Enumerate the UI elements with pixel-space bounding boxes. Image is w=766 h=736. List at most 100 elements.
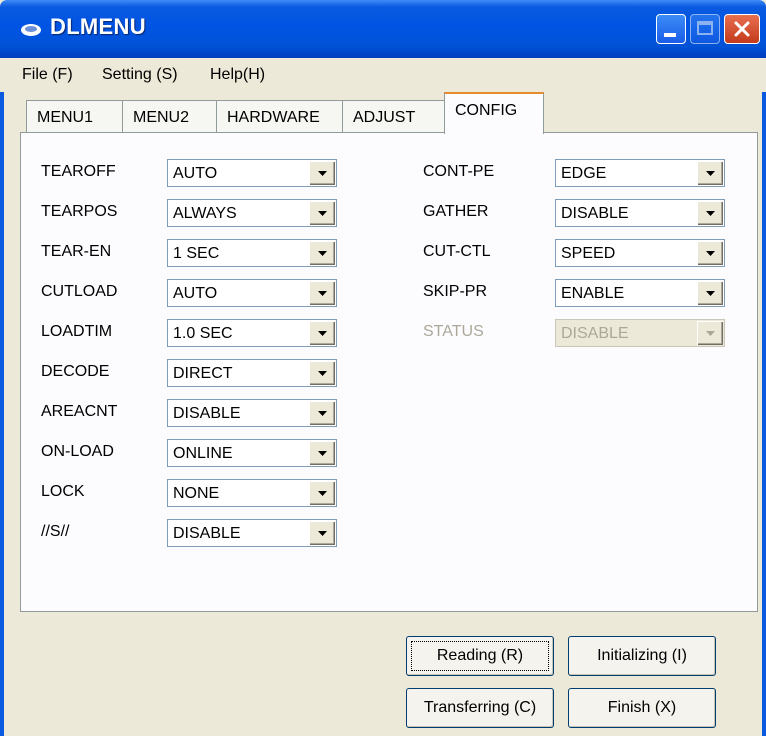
- setting-dropdown[interactable]: SPEED: [555, 239, 725, 267]
- dropdown-value: NONE: [173, 485, 220, 502]
- dropdown-arrow-button: [697, 321, 723, 345]
- dropdown-value: 1 SEC: [173, 245, 220, 262]
- dropdown-value: SPEED: [561, 245, 616, 262]
- setting-label: TEARPOS: [41, 203, 118, 220]
- setting-label: CUTLOAD: [41, 283, 118, 300]
- setting-label: AREACNT: [41, 403, 118, 420]
- setting-label: TEAR-EN: [41, 243, 112, 260]
- app-window: DLMENU File (F) Setting (S) Help(H) MENU…: [0, 0, 766, 736]
- setting-dropdown[interactable]: NONE: [167, 479, 337, 507]
- chevron-down-icon: [706, 331, 715, 336]
- tab-menu1[interactable]: MENU1: [26, 100, 124, 132]
- dropdown-arrow-button[interactable]: [309, 281, 335, 305]
- setting-dropdown[interactable]: ALWAYS: [167, 199, 337, 227]
- setting-dropdown[interactable]: DISABLE: [167, 399, 337, 427]
- dropdown-arrow-button[interactable]: [309, 441, 335, 465]
- dropdown-value: AUTO: [173, 285, 218, 302]
- minimize-button[interactable]: [656, 14, 686, 44]
- setting-dropdown[interactable]: ENABLE: [555, 279, 725, 307]
- setting-dropdown[interactable]: 1.0 SEC: [167, 319, 337, 347]
- reading-button[interactable]: Reading (R): [406, 636, 554, 676]
- setting-dropdown[interactable]: DISABLE: [167, 519, 337, 547]
- chevron-down-icon: [318, 491, 327, 496]
- dropdown-arrow-button[interactable]: [309, 321, 335, 345]
- tab-strip: MENU1 MENU2 HARDWARE ADJUST CONFIG: [0, 92, 766, 134]
- dropdown-value: ALWAYS: [173, 205, 237, 222]
- chevron-down-icon: [318, 211, 327, 216]
- dropdown-arrow-button[interactable]: [309, 521, 335, 545]
- setting-dropdown[interactable]: DISABLE: [555, 199, 725, 227]
- chevron-down-icon: [706, 171, 715, 176]
- chevron-down-icon: [318, 531, 327, 536]
- close-icon: [734, 21, 750, 37]
- setting-dropdown[interactable]: AUTO: [167, 159, 337, 187]
- setting-dropdown[interactable]: 1 SEC: [167, 239, 337, 267]
- setting-dropdown[interactable]: EDGE: [555, 159, 725, 187]
- dropdown-value: ENABLE: [561, 285, 625, 302]
- maximize-button[interactable]: [690, 14, 720, 44]
- dropdown-value: ONLINE: [173, 445, 233, 462]
- app-icon: [21, 24, 41, 36]
- setting-label: LOADTIM: [41, 323, 113, 340]
- dropdown-arrow-button[interactable]: [697, 281, 723, 305]
- dropdown-value: 1.0 SEC: [173, 325, 233, 342]
- setting-dropdown[interactable]: DIRECT: [167, 359, 337, 387]
- dropdown-value: DISABLE: [173, 405, 241, 422]
- window-border-left: [0, 58, 4, 736]
- setting-label: DECODE: [41, 363, 110, 380]
- maximize-icon: [697, 21, 713, 35]
- setting-label: STATUS: [423, 323, 484, 340]
- setting-label: ON-LOAD: [41, 443, 114, 460]
- config-panel: TEAROFF AUTO TEARPOS ALWAYS TEAR-EN 1 SEC CUTL…: [20, 132, 758, 612]
- menu-bar: File (F) Setting (S) Help(H): [0, 58, 766, 92]
- tab-menu2[interactable]: MENU2: [122, 100, 218, 132]
- transferring-button[interactable]: Transferring (C): [406, 688, 554, 728]
- close-button[interactable]: [724, 14, 760, 44]
- dropdown-value: EDGE: [561, 165, 607, 182]
- chevron-down-icon: [706, 251, 715, 256]
- menu-setting[interactable]: Setting (S): [102, 66, 178, 84]
- chevron-down-icon: [318, 171, 327, 176]
- dropdown-arrow-button[interactable]: [309, 401, 335, 425]
- dropdown-arrow-button[interactable]: [697, 241, 723, 265]
- finish-button[interactable]: Finish (X): [568, 688, 716, 728]
- dropdown-value: DISABLE: [173, 525, 241, 542]
- chevron-down-icon: [318, 371, 327, 376]
- window-border-right: [762, 58, 766, 736]
- initializing-button[interactable]: Initializing (I): [568, 636, 716, 676]
- dropdown-arrow-button[interactable]: [309, 161, 335, 185]
- setting-dropdown: DISABLE: [555, 319, 725, 347]
- dropdown-arrow-button[interactable]: [309, 481, 335, 505]
- minimize-icon: [664, 33, 676, 37]
- dropdown-arrow-button[interactable]: [697, 161, 723, 185]
- dropdown-arrow-button[interactable]: [697, 201, 723, 225]
- dropdown-value: DISABLE: [561, 325, 629, 342]
- setting-label: LOCK: [41, 483, 85, 500]
- dropdown-arrow-button[interactable]: [309, 361, 335, 385]
- chevron-down-icon: [318, 451, 327, 456]
- setting-label: SKIP-PR: [423, 283, 488, 300]
- chevron-down-icon: [318, 331, 327, 336]
- chevron-down-icon: [706, 211, 715, 216]
- tab-hardware[interactable]: HARDWARE: [216, 100, 344, 132]
- window-title: DLMENU: [50, 14, 146, 39]
- setting-label: TEAROFF: [41, 163, 116, 180]
- dropdown-arrow-button[interactable]: [309, 241, 335, 265]
- setting-label: GATHER: [423, 203, 489, 220]
- setting-label: //S//: [41, 523, 70, 540]
- chevron-down-icon: [318, 411, 327, 416]
- title-bar[interactable]: DLMENU: [0, 0, 766, 58]
- menu-file[interactable]: File (F): [22, 66, 73, 84]
- dropdown-value: AUTO: [173, 165, 218, 182]
- tab-adjust[interactable]: ADJUST: [342, 100, 446, 132]
- setting-label: CONT-PE: [423, 163, 495, 180]
- setting-dropdown[interactable]: AUTO: [167, 279, 337, 307]
- setting-dropdown[interactable]: ONLINE: [167, 439, 337, 467]
- chevron-down-icon: [706, 291, 715, 296]
- menu-help[interactable]: Help(H): [210, 66, 265, 84]
- chevron-down-icon: [318, 251, 327, 256]
- dropdown-value: DISABLE: [561, 205, 629, 222]
- tab-config[interactable]: CONFIG: [444, 92, 544, 134]
- dropdown-arrow-button[interactable]: [309, 201, 335, 225]
- setting-label: CUT-CTL: [423, 243, 491, 260]
